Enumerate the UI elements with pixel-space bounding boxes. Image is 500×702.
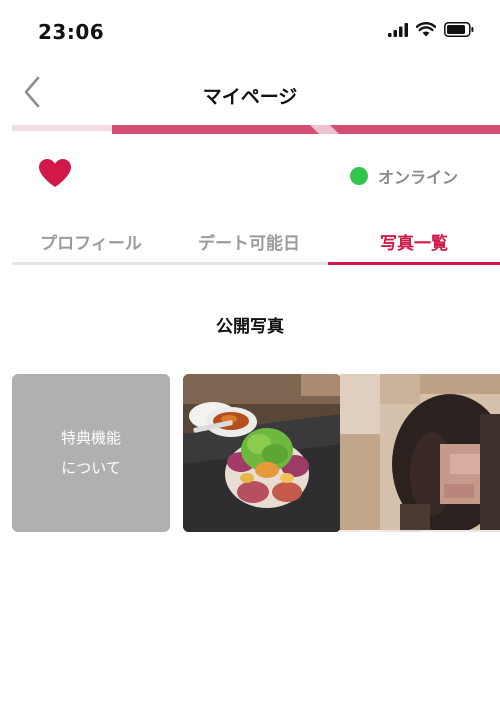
special-features-tile[interactable]: 特典機能 について (12, 374, 170, 532)
tab-photo-list[interactable]: 写真一覧 (328, 218, 500, 264)
tab-profile[interactable]: プロフィール (12, 218, 170, 264)
wifi-icon (415, 22, 437, 41)
online-status: オンライン (349, 164, 458, 188)
status-time: 23:06 (38, 20, 105, 44)
online-dot-icon (349, 167, 368, 185)
navigation-bar: マイページ (0, 62, 500, 128)
page-title: マイページ (202, 86, 298, 108)
profile-status-row: オンライン (0, 150, 500, 200)
online-label: オンライン (377, 168, 458, 187)
heart-icon (38, 159, 72, 192)
portrait-photo[interactable] (340, 374, 500, 532)
food-photo[interactable] (183, 374, 341, 532)
status-icons (388, 22, 474, 41)
cover-image (12, 122, 500, 134)
profile-tabs: プロフィール デート可能日 写真一覧 (12, 218, 500, 268)
battery-icon (444, 22, 474, 41)
status-bar: 23:06 (0, 0, 500, 62)
favorite-heart-button[interactable] (38, 158, 72, 192)
tab-available-dates[interactable]: デート可能日 (170, 218, 328, 264)
photo-grid: 特典機能 について (12, 374, 500, 534)
special-features-label: 特典機能 について (60, 429, 121, 477)
active-tab-indicator (328, 262, 500, 265)
section-title-public-photos: 公開写真 (216, 317, 284, 337)
cellular-signal-icon (388, 22, 408, 41)
